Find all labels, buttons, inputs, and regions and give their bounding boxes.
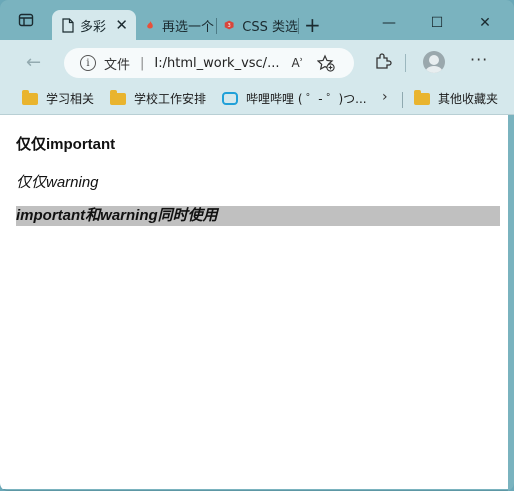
more-options-icon[interactable]: ··· [470,50,488,69]
read-aloud-icon[interactable]: Aʾ [291,56,303,70]
address-toolbar: ← i 文件 | I:/html_work_vsc/... Aʾ ··· [0,40,514,84]
page-content: 仅仅important 仅仅warning important和warning同… [0,115,508,489]
address-divider: | [140,55,145,71]
flame-icon [147,21,153,29]
folder-icon [414,89,430,105]
tab-actions-icon[interactable] [18,12,34,28]
window-edge [508,115,514,491]
add-favorite-icon[interactable] [317,54,336,72]
warning-text: 仅仅warning [16,174,99,191]
important-text: 仅仅important [16,136,116,153]
tab-2[interactable]: 再选一个 [140,10,214,40]
page-icon [62,17,74,33]
tab-label: 多彩 [80,19,107,35]
tab-label: CSS 类选 [242,19,298,35]
minimize-button[interactable]: — [366,10,412,36]
tab-divider [298,18,299,34]
favorite-label: 学习相关 [46,92,95,106]
favorite-folder-school[interactable]: 学校工作安排 [110,89,207,107]
favorite-label: 学校工作安排 [134,92,207,106]
favorite-label: 哔哩哔哩 ( ゜- ゜)つ... [246,92,367,106]
toolbar-divider [405,54,406,72]
favorite-bilibili[interactable]: 哔哩哔哩 ( ゜- ゜)つ... [222,90,367,107]
svg-text:3: 3 [228,23,231,29]
url-text[interactable]: I:/html_work_vsc/... [154,56,279,71]
profile-avatar[interactable] [423,51,445,73]
favorites-divider [402,92,403,108]
tab-label: 再选一个 [161,19,214,35]
folder-icon [110,89,126,105]
maximize-button[interactable]: ☐ [414,10,460,36]
tab-strip: 多彩 ✕ 再选一个 3 CSS 类选 + — ☐ ✕ [0,0,514,40]
folder-icon [22,89,38,105]
important-warning-text: important和warning同时使用 [16,206,500,226]
favorites-overflow-chevron-icon[interactable]: › [382,89,388,105]
browser-window: 多彩 ✕ 再选一个 3 CSS 类选 + — ☐ ✕ ← i 文件 | I:/h… [0,0,514,491]
tab-divider [216,18,217,34]
close-tab-icon[interactable]: ✕ [115,17,128,33]
address-bar[interactable]: i 文件 | I:/html_work_vsc/... Aʾ [64,48,354,78]
other-favorites-folder[interactable]: 其他收藏夹 [414,89,499,107]
site-label: 文件 [104,57,131,73]
extensions-icon[interactable] [374,52,392,70]
close-window-button[interactable]: ✕ [462,10,508,36]
bilibili-icon [222,92,238,105]
info-icon[interactable]: i [80,55,96,71]
favorite-label: 其他收藏夹 [438,92,499,106]
favorites-bar: 学习相关 学校工作安排 哔哩哔哩 ( ゜- ゜)つ... › 其他收藏夹 [0,84,514,115]
tab-active[interactable]: 多彩 ✕ [52,10,136,40]
favorite-folder-study[interactable]: 学习相关 [22,89,95,107]
css-site-icon: 3 [224,20,234,30]
back-arrow-icon[interactable]: ← [26,52,41,73]
tab-3[interactable]: 3 CSS 类选 [220,10,298,40]
new-tab-button[interactable]: + [304,15,321,35]
